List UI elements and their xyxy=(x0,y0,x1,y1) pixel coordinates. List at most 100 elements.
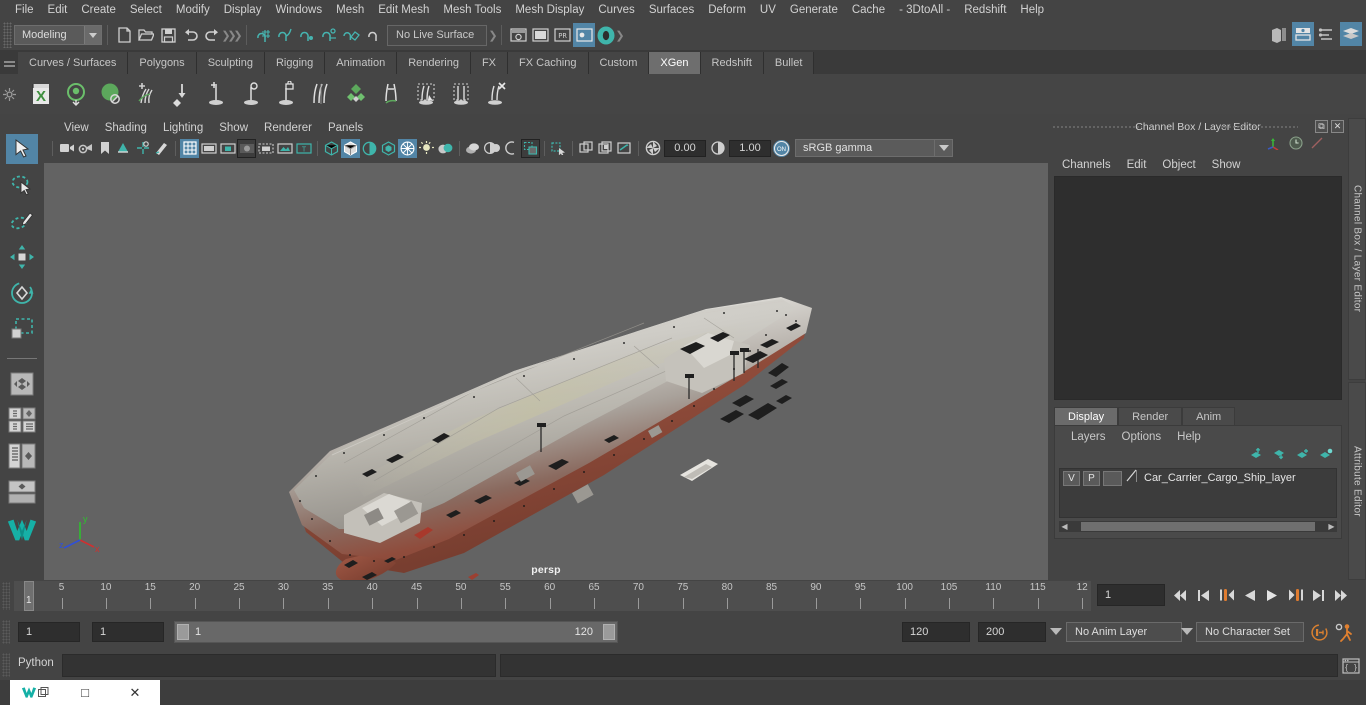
view-transform-toggle-icon[interactable]: ON xyxy=(773,139,790,157)
restore-icon[interactable]: ⧉ xyxy=(1315,120,1328,133)
toolbar-collapse-5[interactable]: ❯ xyxy=(615,25,624,45)
gate-mask-icon[interactable] xyxy=(237,138,256,158)
menu-windows[interactable]: Windows xyxy=(268,0,329,20)
layer-menu-layers[interactable]: Layers xyxy=(1063,431,1114,443)
shaded-wireframe-icon[interactable] xyxy=(360,139,379,158)
ssao-icon[interactable] xyxy=(436,139,455,158)
menu-edit[interactable]: Edit xyxy=(41,0,75,20)
layer-playback-toggle[interactable]: P xyxy=(1083,470,1100,486)
viewport-menu-shading[interactable]: Shading xyxy=(97,122,155,134)
exposure-icon[interactable] xyxy=(643,139,662,158)
toolbar-collapse-3[interactable]: ❯ xyxy=(233,25,242,45)
layer-row-car-carrier[interactable]: V P Car_Carrier_Cargo_Ship_layer xyxy=(1060,469,1336,487)
range-end-handle[interactable] xyxy=(603,624,615,640)
xgen-sphere-icon[interactable] xyxy=(94,77,128,111)
time-slider-grip[interactable] xyxy=(2,582,10,610)
xgen-editor-icon[interactable]: X xyxy=(24,77,58,111)
save-scene-icon[interactable] xyxy=(157,23,179,47)
layer-menu-help[interactable]: Help xyxy=(1169,431,1209,443)
xgen-preview-icon[interactable] xyxy=(59,77,93,111)
animation-preferences-icon[interactable] xyxy=(1334,622,1356,642)
menu-display[interactable]: Display xyxy=(217,0,269,20)
anim-layer-select[interactable]: No Anim Layer xyxy=(1066,622,1182,642)
cargo-ship-model[interactable] xyxy=(44,163,1048,580)
shelf-tab-redshift[interactable]: Redshift xyxy=(700,52,764,74)
open-scene-icon[interactable] xyxy=(135,23,157,47)
depth-of-field-icon[interactable] xyxy=(502,139,521,158)
restore-window-button[interactable]: □ xyxy=(60,680,110,705)
command-language-label[interactable]: Python xyxy=(18,657,54,669)
grid-toggle-icon[interactable] xyxy=(180,138,199,158)
textured-icon[interactable] xyxy=(379,139,398,158)
animation-end-time-field[interactable]: 200 xyxy=(978,622,1046,642)
layer-visibility-toggle[interactable]: V xyxy=(1063,470,1080,486)
single-perspective-layout[interactable] xyxy=(6,369,38,399)
film-origin-icon[interactable] xyxy=(256,139,275,158)
resolution-gate-icon[interactable] xyxy=(218,139,237,158)
shelf-menu-icon[interactable] xyxy=(0,50,18,74)
range-slider-bar[interactable]: 1 120 xyxy=(174,621,618,643)
light-manipulator-icon[interactable] xyxy=(615,139,634,158)
snap-to-grid-icon[interactable] xyxy=(252,23,274,47)
animation-start-time-field[interactable]: 1 xyxy=(18,622,80,642)
scrollbar-thumb[interactable] xyxy=(1081,522,1315,531)
xgen-noise-icon[interactable] xyxy=(444,77,478,111)
auto-key-icon[interactable] xyxy=(1308,622,1330,642)
menu-redshift[interactable]: Redshift xyxy=(957,0,1013,20)
slash-icon[interactable] xyxy=(1310,136,1324,155)
gamma-value[interactable]: 1.00 xyxy=(729,139,771,157)
use-all-lights-icon[interactable] xyxy=(398,138,417,158)
layer-tab-display[interactable]: Display xyxy=(1054,407,1119,425)
menu-3dtoall[interactable]: - 3DtoAll - xyxy=(892,0,957,20)
menu-help[interactable]: Help xyxy=(1013,0,1051,20)
new-layer-icon[interactable] xyxy=(1296,447,1310,465)
four-view-layout[interactable] xyxy=(6,405,38,435)
viewport-menu-view[interactable]: View xyxy=(56,122,97,134)
command-output-field[interactable] xyxy=(500,654,1338,677)
motion-blur-icon[interactable] xyxy=(464,139,483,158)
maya-icon[interactable] xyxy=(10,680,60,705)
range-start-time-field[interactable]: 1 xyxy=(92,622,164,642)
outliner-persp-layout[interactable] xyxy=(6,441,38,471)
shelf-tab-rigging[interactable]: Rigging xyxy=(264,52,326,74)
render-sequence-icon[interactable] xyxy=(595,23,617,47)
menu-create[interactable]: Create xyxy=(74,0,123,20)
layer-shading-toggle[interactable] xyxy=(1103,470,1122,486)
xgen-add-groom-icon[interactable] xyxy=(129,77,163,111)
xgen-clump-icon[interactable] xyxy=(374,77,408,111)
panel-grip-left[interactable] xyxy=(1052,125,1142,128)
shelf-tab-polygons[interactable]: Polygons xyxy=(128,52,197,74)
menu-surfaces[interactable]: Surfaces xyxy=(642,0,701,20)
channel-menu-channels[interactable]: Channels xyxy=(1054,159,1119,171)
multisample-icon[interactable] xyxy=(483,139,502,158)
snap-to-view-plane-icon[interactable] xyxy=(340,23,362,47)
chevron-down-icon[interactable] xyxy=(1050,628,1062,636)
go-to-end-icon[interactable] xyxy=(1333,584,1350,606)
shelf-tab-animation[interactable]: Animation xyxy=(325,52,398,74)
xray-joints-icon[interactable] xyxy=(577,139,596,158)
character-set-select[interactable]: No Character Set xyxy=(1196,622,1304,642)
hypershade-icon[interactable] xyxy=(573,23,595,47)
wireframe-icon[interactable] xyxy=(322,139,341,158)
tool-settings-toggle-icon[interactable] xyxy=(1340,22,1362,46)
menu-cache[interactable]: Cache xyxy=(845,0,892,20)
image-plane-icon[interactable] xyxy=(114,139,133,158)
new-scene-icon[interactable] xyxy=(113,23,135,47)
chevron-down-icon[interactable] xyxy=(84,26,101,44)
viewport-menu-panels[interactable]: Panels xyxy=(320,122,371,134)
xgen-lock-guide-icon[interactable] xyxy=(269,77,303,111)
channel-menu-object[interactable]: Object xyxy=(1154,159,1203,171)
shadows-icon[interactable] xyxy=(417,139,436,158)
snap-to-point-icon[interactable] xyxy=(296,23,318,47)
xgen-comb-icon[interactable] xyxy=(304,77,338,111)
title-safe-icon[interactable]: T xyxy=(294,139,313,158)
snap-to-curve-icon[interactable] xyxy=(274,23,296,47)
menu-uv[interactable]: UV xyxy=(753,0,783,20)
channel-menu-edit[interactable]: Edit xyxy=(1119,159,1155,171)
close-icon[interactable]: ✕ xyxy=(1331,120,1344,133)
layer-tab-render[interactable]: Render xyxy=(1118,407,1183,425)
lasso-select-tool[interactable] xyxy=(6,170,38,200)
view-transform-select[interactable]: sRGB gamma xyxy=(795,139,935,157)
step-forward-key-icon[interactable] xyxy=(1287,584,1304,606)
current-frame-field[interactable]: 1 xyxy=(1097,584,1165,606)
